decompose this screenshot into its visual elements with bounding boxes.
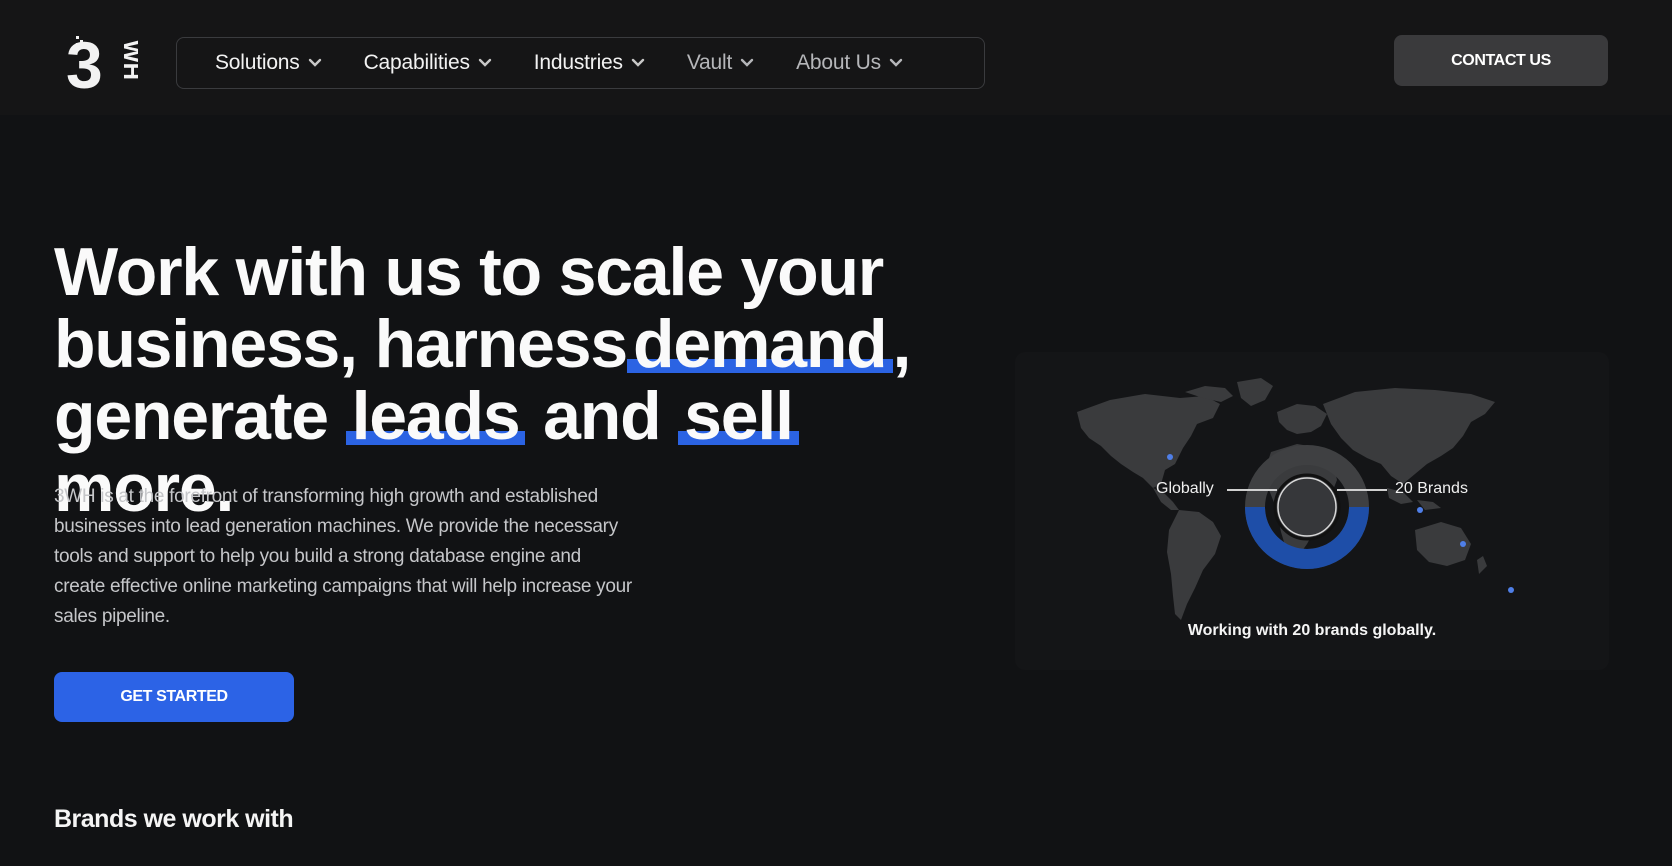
- highlight-sell: sell: [678, 378, 799, 454]
- nav-item-label: Solutions: [215, 51, 300, 74]
- contact-us-button[interactable]: CONTACT US: [1394, 35, 1608, 86]
- nav-item-label: Industries: [533, 51, 623, 74]
- hero-title-text: generate: [54, 378, 329, 454]
- nav-item-about-us[interactable]: About Us: [796, 51, 903, 75]
- main-nav: Solutions Capabilities Industries Vault …: [176, 37, 985, 89]
- chevron-down-icon: [631, 58, 645, 67]
- chevron-down-icon: [740, 58, 754, 67]
- hero-description: 3WH is at the forefront of transforming …: [54, 486, 632, 627]
- chevron-down-icon: [478, 58, 491, 67]
- brands-section-title: Brands we work with: [54, 805, 294, 833]
- get-started-button[interactable]: GET STARTED: [54, 672, 294, 722]
- map-label-globally: Globally: [1156, 480, 1214, 497]
- map-caption: Working with 20 brands globally.: [1187, 622, 1437, 639]
- site-header: 3 WH Solutions Capabilities Industries V…: [0, 0, 1672, 115]
- highlight-leads: leads: [345, 378, 526, 454]
- nav-item-label: About Us: [796, 51, 881, 74]
- nav-item-label: Vault: [686, 51, 733, 74]
- chevron-down-icon: [308, 58, 321, 67]
- world-map-card: Globally 20 Brands Working with 20 brand…: [1015, 352, 1609, 670]
- nav-item-capabilities[interactable]: Capabilities: [364, 51, 492, 75]
- nav-item-industries[interactable]: Industries: [534, 51, 645, 75]
- chevron-down-icon: [889, 58, 903, 67]
- hero-title: Work with us to scale your business, har…: [54, 236, 974, 524]
- hero-title-text: ,: [892, 306, 912, 382]
- map-label-brands: 20 Brands: [1395, 480, 1468, 497]
- logo-3wh[interactable]: 3 WH: [66, 32, 138, 94]
- svg-text:WH: WH: [118, 40, 138, 80]
- svg-text:3: 3: [66, 32, 103, 94]
- nav-item-label: Capabilities: [363, 51, 470, 74]
- hero-title-text: and: [543, 378, 661, 454]
- highlight-demand: demand: [626, 306, 893, 382]
- nav-item-vault[interactable]: Vault: [687, 51, 754, 75]
- nav-item-solutions[interactable]: Solutions: [215, 51, 322, 75]
